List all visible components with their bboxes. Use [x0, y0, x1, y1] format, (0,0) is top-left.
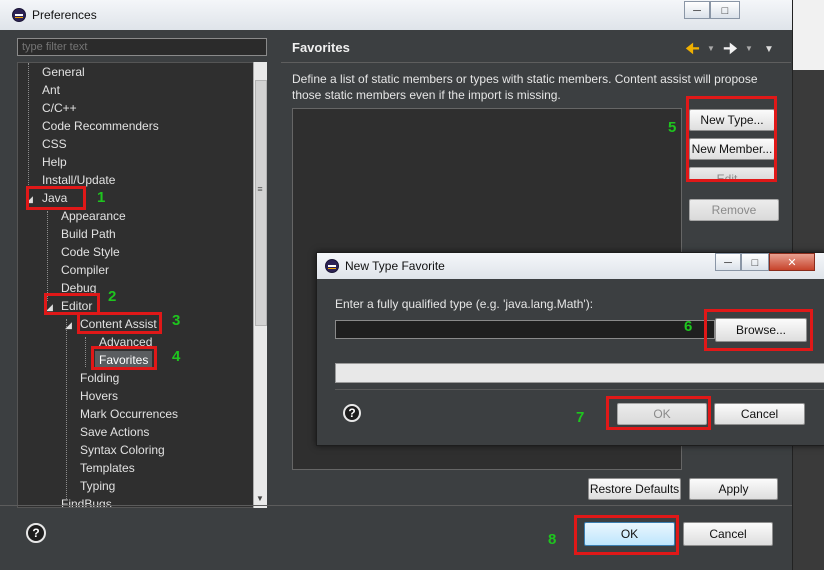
back-arrow-icon[interactable]: 🠈: [685, 38, 700, 65]
tree-item-general[interactable]: General: [42, 63, 85, 81]
dialog-message-area: [335, 363, 824, 383]
tree-item-folding[interactable]: Folding: [80, 369, 119, 387]
close-icon: ✕: [787, 257, 797, 269]
tree-scrollbar[interactable]: ≡ ▼: [253, 62, 267, 508]
help-icon[interactable]: ?: [343, 404, 361, 422]
tree-item-cpp[interactable]: C/C++: [42, 99, 77, 117]
view-menu-icon[interactable]: ▼: [764, 44, 774, 55]
tree-item-code-recommenders[interactable]: Code Recommenders: [42, 117, 159, 135]
step-number: 2: [108, 288, 117, 305]
tree-item-save-actions[interactable]: Save Actions: [80, 423, 149, 441]
scroll-down-icon[interactable]: ▼: [254, 494, 266, 503]
cancel-button[interactable]: Cancel: [683, 522, 773, 546]
step-number: 1: [97, 189, 106, 206]
tree-guide: [66, 319, 68, 499]
annotation-box-ok: [574, 515, 679, 555]
tree-guide: [85, 337, 87, 367]
tree-item-css[interactable]: CSS: [42, 135, 67, 153]
tree-item-findbugs[interactable]: FindBugs: [61, 495, 112, 507]
step-number: 3: [172, 312, 181, 329]
step-number: 7: [576, 409, 585, 426]
tree-item-help[interactable]: Help: [42, 153, 67, 171]
tree-guide: [28, 63, 30, 193]
tree-item-compiler[interactable]: Compiler: [61, 261, 109, 279]
tree-scrollbar-thumb[interactable]: [255, 80, 267, 326]
tree-item-ant[interactable]: Ant: [42, 81, 60, 99]
forward-dropdown-icon[interactable]: ▼: [745, 44, 753, 53]
dialog-titlebar: New Type Favorite ─ □ ✕: [317, 253, 824, 279]
annotation-box-java: [26, 186, 86, 210]
help-icon[interactable]: ?: [26, 523, 46, 543]
restore-defaults-button[interactable]: Restore Defaults: [588, 478, 681, 500]
tree-item-templates[interactable]: Templates: [80, 459, 135, 477]
window-title: Preferences: [32, 8, 97, 22]
page-title: Favorites: [292, 40, 350, 55]
filter-input[interactable]: [17, 38, 267, 56]
eclipse-icon: [12, 8, 26, 22]
annotation-box-content-assist: [77, 312, 162, 334]
annotation-box-new-buttons: [686, 96, 777, 182]
footer-separator: [0, 505, 792, 506]
maximize-icon: □: [721, 5, 729, 17]
title-separator: [281, 62, 791, 63]
type-input[interactable]: [335, 320, 715, 339]
annotation-box-dialog-ok: [606, 396, 711, 430]
dialog-cancel-button[interactable]: Cancel: [714, 403, 805, 425]
minimize-icon: ─: [724, 257, 732, 269]
forward-arrow-icon[interactable]: 🠊: [723, 38, 738, 65]
annotation-box-browse: [704, 309, 813, 351]
step-number: 6: [684, 318, 693, 335]
step-number: 8: [548, 531, 557, 548]
tree-item-code-style[interactable]: Code Style: [61, 243, 120, 261]
minimize-icon: ─: [693, 5, 701, 17]
tree-item-build-path[interactable]: Build Path: [61, 225, 116, 243]
minimize-button[interactable]: ─: [684, 1, 710, 19]
dialog-separator: [335, 389, 824, 390]
maximize-icon: □: [751, 257, 759, 269]
type-prompt-label: Enter a fully qualified type (e.g. 'java…: [335, 297, 594, 311]
apply-button[interactable]: Apply: [689, 478, 778, 500]
grip-icon: ≡: [257, 184, 263, 194]
dialog-close-button[interactable]: ✕: [769, 253, 815, 271]
back-dropdown-icon[interactable]: ▼: [707, 44, 715, 53]
step-number: 5: [668, 119, 677, 136]
preferences-titlebar: Preferences ─ □: [0, 0, 792, 30]
dialog-title: New Type Favorite: [345, 259, 445, 273]
tree-item-syntax-coloring[interactable]: Syntax Coloring: [80, 441, 165, 459]
tree-guide: [47, 211, 49, 301]
step-number: 4: [172, 348, 181, 365]
dialog-minimize-button[interactable]: ─: [715, 253, 741, 271]
tree-item-mark-occurrences[interactable]: Mark Occurrences: [80, 405, 178, 423]
expanded-icon[interactable]: ◢: [65, 320, 72, 331]
tree-item-hovers[interactable]: Hovers: [80, 387, 118, 405]
background-window-edge: [792, 0, 824, 70]
tree-item-typing[interactable]: Typing: [80, 477, 115, 495]
annotation-box-favorites: [91, 346, 157, 370]
maximize-button[interactable]: □: [710, 1, 740, 19]
eclipse-icon: [325, 259, 339, 273]
preferences-tree: General Ant C/C++ Code Recommenders CSS …: [17, 62, 267, 508]
remove-button[interactable]: Remove: [689, 199, 779, 221]
dialog-maximize-button[interactable]: □: [741, 253, 769, 271]
